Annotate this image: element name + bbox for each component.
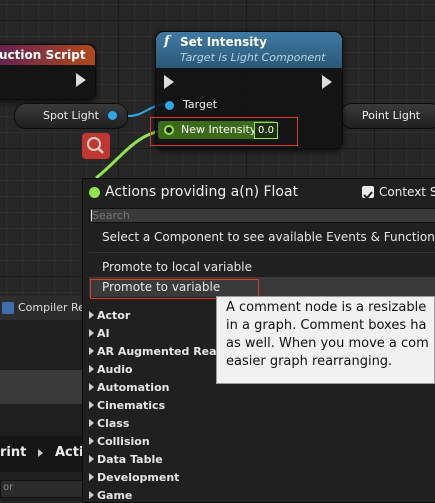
left-search-text: or bbox=[3, 482, 14, 493]
category-ar[interactable]: AR Augmented Reality bbox=[89, 345, 237, 358]
promote-local-variable-item[interactable]: Promote to local variable bbox=[89, 257, 435, 277]
construction-script-node[interactable]: uction Script bbox=[0, 44, 96, 100]
context-sensitive-label: Context Se bbox=[379, 185, 435, 199]
category-label: Collision bbox=[97, 435, 150, 448]
search-bubble[interactable] bbox=[82, 133, 110, 159]
category-actor[interactable]: Actor bbox=[89, 309, 130, 322]
target-pin-label: Target bbox=[183, 98, 218, 111]
set-intensity-title: Set Intensity bbox=[180, 35, 267, 49]
breadcrumb-separator-icon bbox=[38, 449, 43, 457]
category-data-table[interactable]: Data Table bbox=[89, 453, 163, 466]
category-label: AI bbox=[97, 327, 110, 340]
set-intensity-header: f Set Intensity Target is Light Componen… bbox=[156, 32, 342, 68]
category-development[interactable]: Development bbox=[89, 471, 179, 484]
category-class[interactable]: Class bbox=[89, 417, 129, 430]
category-game[interactable]: Game bbox=[89, 489, 132, 502]
exec-output-pin[interactable] bbox=[76, 73, 86, 87]
spot-light-label: Spot Light bbox=[43, 109, 99, 122]
expand-arrow-icon bbox=[89, 347, 94, 355]
comment-node-tooltip: A comment node is a resizable in a graph… bbox=[216, 296, 435, 384]
function-icon: f bbox=[164, 34, 170, 49]
expand-arrow-icon bbox=[89, 329, 94, 337]
point-light-variable-node[interactable]: Point Light bbox=[340, 103, 435, 129]
context-sensitive-checkbox[interactable] bbox=[362, 186, 374, 200]
expand-arrow-icon bbox=[89, 419, 94, 427]
category-ai[interactable]: AI bbox=[89, 327, 110, 340]
category-label: Development bbox=[97, 471, 180, 484]
expand-arrow-icon bbox=[89, 473, 94, 481]
expand-arrow-icon bbox=[89, 383, 94, 391]
expand-arrow-icon bbox=[89, 365, 94, 373]
left-editor-panel: Compiler Re rint Acti or bbox=[0, 296, 85, 501]
category-automation[interactable]: Automation bbox=[89, 381, 169, 394]
actions-search-input[interactable] bbox=[89, 208, 435, 223]
actions-header: Actions providing a(n) Float Context Se bbox=[83, 179, 435, 207]
info-separator bbox=[89, 252, 435, 253]
promote-local-label: Promote to local variable bbox=[102, 260, 253, 274]
category-label: Game bbox=[97, 489, 133, 502]
tooltip-line: A comment node is a resizable bbox=[226, 300, 427, 315]
category-label: Actor bbox=[97, 309, 131, 322]
category-audio[interactable]: Audio bbox=[89, 363, 133, 376]
expand-arrow-icon bbox=[89, 455, 94, 463]
expand-arrow-icon bbox=[89, 491, 94, 499]
construction-script-header: uction Script bbox=[0, 45, 95, 65]
breadcrumb-actor[interactable]: Acti bbox=[55, 445, 83, 460]
actions-title: Actions providing a(n) Float bbox=[105, 184, 299, 200]
construction-script-title: uction Script bbox=[0, 48, 86, 62]
breadcrumb-blueprint[interactable]: rint bbox=[0, 445, 26, 460]
blueprint-breadcrumb-bar: rint Acti bbox=[0, 436, 83, 472]
component-info-text: Select a Component to see available Even… bbox=[102, 230, 435, 244]
category-cinematics[interactable]: Cinematics bbox=[89, 399, 165, 412]
compiler-tab-icon bbox=[2, 302, 14, 314]
checkmark-icon bbox=[363, 191, 373, 200]
point-light-label: Point Light bbox=[361, 109, 421, 122]
set-intensity-subtitle: Target is Light Component bbox=[180, 51, 326, 64]
tooltip-line: in a graph. Comment boxes ha bbox=[226, 318, 427, 333]
expand-arrow-icon bbox=[89, 401, 94, 409]
search-caret bbox=[91, 210, 92, 221]
target-pin[interactable] bbox=[165, 101, 174, 110]
left-search-box[interactable]: or bbox=[0, 480, 84, 498]
new-intensity-highlight bbox=[150, 117, 298, 146]
float-type-icon bbox=[89, 187, 100, 198]
tooltip-line: easier graph rearranging. bbox=[226, 354, 393, 369]
spot-light-output-pin[interactable] bbox=[108, 111, 117, 120]
compiler-tab-label: Compiler Re bbox=[18, 301, 85, 314]
exec-then-pin[interactable] bbox=[322, 75, 332, 89]
exec-input-pin[interactable] bbox=[164, 75, 174, 89]
expand-arrow-icon bbox=[89, 311, 94, 319]
category-label: Data Table bbox=[97, 453, 163, 466]
category-label: Cinematics bbox=[97, 399, 166, 412]
category-label: Audio bbox=[97, 363, 133, 376]
tooltip-line: as well. When you move a com bbox=[226, 336, 429, 351]
search-icon bbox=[87, 137, 104, 154]
compiler-results-tab[interactable]: Compiler Re bbox=[0, 296, 85, 320]
category-label: Class bbox=[97, 417, 130, 430]
left-panel-strip bbox=[0, 370, 82, 404]
category-collision[interactable]: Collision bbox=[89, 435, 150, 448]
category-label: Automation bbox=[97, 381, 170, 394]
expand-arrow-icon bbox=[89, 437, 94, 445]
